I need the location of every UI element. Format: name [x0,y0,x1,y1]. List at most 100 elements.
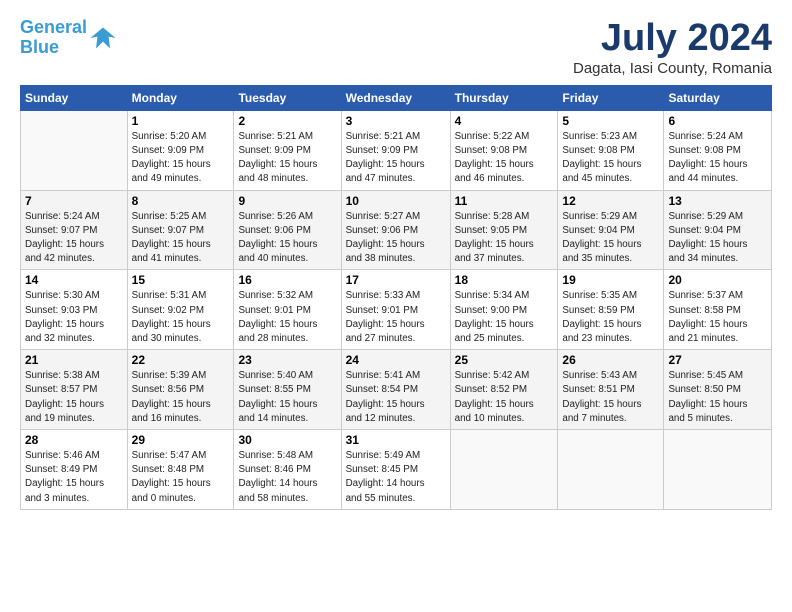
cell-details: Sunrise: 5:29 AM Sunset: 9:04 PM Dayligh… [562,210,659,267]
calendar-cell: 8Sunrise: 5:25 AM Sunset: 9:07 PM Daylig… [127,190,234,270]
calendar-cell: 21 Sunrise: 5:38 AM Sunset: 8:57 PM Dayli… [21,350,128,430]
calendar-cell: 10Sunrise: 5:27 AM Sunset: 9:06 PM Dayli… [341,190,450,270]
day-number: 15 [132,273,230,287]
calendar-cell: 23 Sunrise: 5:40 AM Sunset: 8:55 PM Dayli… [234,350,341,430]
weekday-header: Monday [127,85,234,110]
calendar-cell: 7 Sunrise: 5:24 AM Sunset: 9:07 PM Daylig… [21,190,128,270]
day-number: 5 [562,114,659,128]
day-number: 26 [562,353,659,367]
day-number: 7 [25,194,123,208]
cell-details: Sunrise: 5:28 AM Sunset: 9:05 PM Dayligh… [455,210,554,267]
calendar-cell: 30 Sunrise: 5:48 AM Sunset: 8:46 PM Dayli… [234,430,341,510]
day-number: 3 [346,114,446,128]
calendar-cell: 14 Sunrise: 5:30 AM Sunset: 9:03 PM Dayli… [21,270,128,350]
day-number: 13 [668,194,767,208]
calendar-cell: 26 Sunrise: 5:43 AM Sunset: 8:51 PM Dayli… [558,350,664,430]
weekday-header: Saturday [664,85,772,110]
cell-details: Sunrise: 5:21 AM Sunset: 9:09 PM Dayligh… [346,130,446,187]
calendar-week-row: 1Sunrise: 5:20 AM Sunset: 9:09 PM Daylig… [21,110,772,190]
calendar-cell: 2 Sunrise: 5:21 AM Sunset: 9:09 PM Daylig… [234,110,341,190]
weekday-header: Friday [558,85,664,110]
day-number: 23 [238,353,336,367]
cell-details: Sunrise: 5:33 AM Sunset: 9:01 PM Dayligh… [346,289,446,346]
logo-bird-icon [89,24,117,52]
cell-details: Sunrise: 5:21 AM Sunset: 9:09 PM Dayligh… [238,130,336,187]
cell-details: Sunrise: 5:42 AM Sunset: 8:52 PM Dayligh… [455,369,554,426]
logo: GeneralBlue [20,18,117,58]
calendar-cell: 22Sunrise: 5:39 AM Sunset: 8:56 PM Dayli… [127,350,234,430]
day-number: 8 [132,194,230,208]
cell-details: Sunrise: 5:35 AM Sunset: 8:59 PM Dayligh… [562,289,659,346]
day-number: 12 [562,194,659,208]
calendar-cell: 29 Sunrise: 5:47 AM Sunset: 8:48 PM Dayli… [127,430,234,510]
weekday-header: Tuesday [234,85,341,110]
cell-details: Sunrise: 5:39 AM Sunset: 8:56 PM Dayligh… [132,369,230,426]
day-number: 18 [455,273,554,287]
day-number: 19 [562,273,659,287]
logo-text: GeneralBlue [20,18,87,58]
calendar-cell: 12 Sunrise: 5:29 AM Sunset: 9:04 PM Dayli… [558,190,664,270]
cell-details: Sunrise: 5:40 AM Sunset: 8:55 PM Dayligh… [238,369,336,426]
cell-details: Sunrise: 5:22 AM Sunset: 9:08 PM Dayligh… [455,130,554,187]
cell-details: Sunrise: 5:30 AM Sunset: 9:03 PM Dayligh… [25,289,123,346]
day-number: 2 [238,114,336,128]
calendar-cell: 11 Sunrise: 5:28 AM Sunset: 9:05 PM Dayli… [450,190,558,270]
cell-details: Sunrise: 5:38 AM Sunset: 8:57 PM Dayligh… [25,369,123,426]
weekday-header: Wednesday [341,85,450,110]
day-number: 20 [668,273,767,287]
calendar-cell: 16 Sunrise: 5:32 AM Sunset: 9:01 PM Dayli… [234,270,341,350]
day-number: 31 [346,433,446,447]
day-number: 11 [455,194,554,208]
day-number: 10 [346,194,446,208]
cell-details: Sunrise: 5:20 AM Sunset: 9:09 PM Dayligh… [132,130,230,187]
day-number: 4 [455,114,554,128]
location: Dagata, Iasi County, Romania [573,60,772,77]
calendar-cell: 24Sunrise: 5:41 AM Sunset: 8:54 PM Dayli… [341,350,450,430]
cell-details: Sunrise: 5:29 AM Sunset: 9:04 PM Dayligh… [668,210,767,267]
cell-details: Sunrise: 5:47 AM Sunset: 8:48 PM Dayligh… [132,449,230,506]
day-number: 16 [238,273,336,287]
day-number: 28 [25,433,123,447]
day-number: 25 [455,353,554,367]
cell-details: Sunrise: 5:48 AM Sunset: 8:46 PM Dayligh… [238,449,336,506]
calendar-week-row: 14 Sunrise: 5:30 AM Sunset: 9:03 PM Dayli… [21,270,772,350]
calendar-cell: 31 Sunrise: 5:49 AM Sunset: 8:45 PM Dayli… [341,430,450,510]
title-area: July 2024 Dagata, Iasi County, Romania [573,18,772,77]
page: GeneralBlue July 2024 Dagata, Iasi Count… [0,0,792,612]
cell-details: Sunrise: 5:24 AM Sunset: 9:07 PM Dayligh… [25,210,123,267]
calendar-cell: 9 Sunrise: 5:26 AM Sunset: 9:06 PM Daylig… [234,190,341,270]
calendar-week-row: 7 Sunrise: 5:24 AM Sunset: 9:07 PM Daylig… [21,190,772,270]
calendar-table: SundayMondayTuesdayWednesdayThursdayFrid… [20,85,772,510]
calendar-cell: 5 Sunrise: 5:23 AM Sunset: 9:08 PM Daylig… [558,110,664,190]
cell-details: Sunrise: 5:45 AM Sunset: 8:50 PM Dayligh… [668,369,767,426]
calendar-cell [450,430,558,510]
calendar-cell: 6Sunrise: 5:24 AM Sunset: 9:08 PM Daylig… [664,110,772,190]
cell-details: Sunrise: 5:23 AM Sunset: 9:08 PM Dayligh… [562,130,659,187]
calendar-cell: 20Sunrise: 5:37 AM Sunset: 8:58 PM Dayli… [664,270,772,350]
month-title: July 2024 [573,18,772,60]
calendar-cell: 4 Sunrise: 5:22 AM Sunset: 9:08 PM Daylig… [450,110,558,190]
header-row: SundayMondayTuesdayWednesdayThursdayFrid… [21,85,772,110]
calendar-cell: 27Sunrise: 5:45 AM Sunset: 8:50 PM Dayli… [664,350,772,430]
day-number: 29 [132,433,230,447]
calendar-cell: 13 Sunrise: 5:29 AM Sunset: 9:04 PM Dayli… [664,190,772,270]
cell-details: Sunrise: 5:34 AM Sunset: 9:00 PM Dayligh… [455,289,554,346]
cell-details: Sunrise: 5:49 AM Sunset: 8:45 PM Dayligh… [346,449,446,506]
cell-details: Sunrise: 5:24 AM Sunset: 9:08 PM Dayligh… [668,130,767,187]
cell-details: Sunrise: 5:43 AM Sunset: 8:51 PM Dayligh… [562,369,659,426]
calendar-cell [664,430,772,510]
day-number: 9 [238,194,336,208]
day-number: 30 [238,433,336,447]
day-number: 21 [25,353,123,367]
calendar-cell: 3 Sunrise: 5:21 AM Sunset: 9:09 PM Daylig… [341,110,450,190]
day-number: 17 [346,273,446,287]
calendar-cell [558,430,664,510]
calendar-cell [21,110,128,190]
calendar-cell: 15Sunrise: 5:31 AM Sunset: 9:02 PM Dayli… [127,270,234,350]
day-number: 14 [25,273,123,287]
cell-details: Sunrise: 5:32 AM Sunset: 9:01 PM Dayligh… [238,289,336,346]
cell-details: Sunrise: 5:26 AM Sunset: 9:06 PM Dayligh… [238,210,336,267]
calendar-cell: 17 Sunrise: 5:33 AM Sunset: 9:01 PM Dayli… [341,270,450,350]
calendar-cell: 18 Sunrise: 5:34 AM Sunset: 9:00 PM Dayli… [450,270,558,350]
calendar-week-row: 28Sunrise: 5:46 AM Sunset: 8:49 PM Dayli… [21,430,772,510]
